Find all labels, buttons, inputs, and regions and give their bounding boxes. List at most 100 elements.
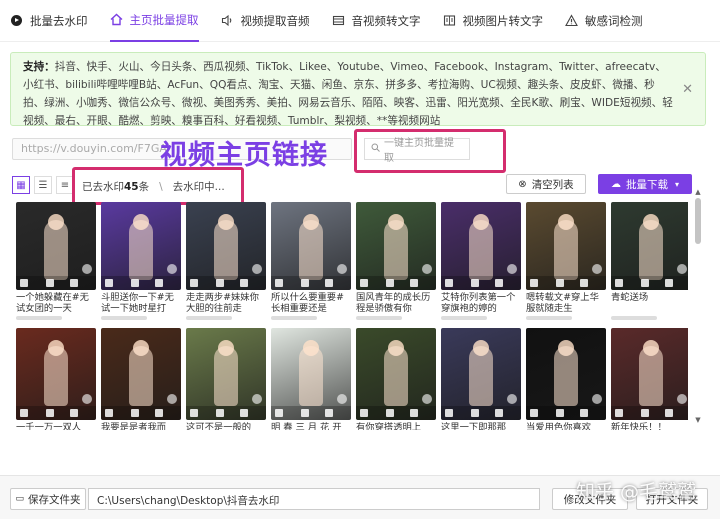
tab-av-to-text[interactable]: 音视频转文字 xyxy=(332,0,421,42)
video-thumbnail[interactable] xyxy=(441,202,521,290)
remove-icon[interactable] xyxy=(337,394,347,404)
video-card[interactable]: 国风青年的成长历程是骄傲有你 xyxy=(356,202,436,320)
video-thumbnail[interactable] xyxy=(271,202,351,290)
video-card[interactable]: 新年快乐！！ xyxy=(611,328,688,430)
video-card[interactable]: 一千一万一双人 xyxy=(16,328,96,430)
remove-icon[interactable] xyxy=(677,394,687,404)
download-icon[interactable] xyxy=(275,409,283,417)
play-icon[interactable] xyxy=(70,279,78,287)
remove-icon[interactable] xyxy=(252,264,262,274)
remove-icon[interactable] xyxy=(422,264,432,274)
video-thumbnail[interactable] xyxy=(16,328,96,420)
download-icon[interactable] xyxy=(445,409,453,417)
remove-icon[interactable] xyxy=(167,264,177,274)
download-icon[interactable] xyxy=(20,279,28,287)
video-card[interactable]: 我要是是者我而 xyxy=(101,328,181,430)
video-thumbnail[interactable] xyxy=(186,202,266,290)
copy-icon[interactable] xyxy=(556,409,564,417)
tab-batch-watermark[interactable]: 批量去水印 xyxy=(10,0,88,42)
remove-icon[interactable] xyxy=(507,264,517,274)
copy-icon[interactable] xyxy=(131,409,139,417)
play-icon[interactable] xyxy=(70,409,78,417)
download-icon[interactable] xyxy=(360,409,368,417)
download-icon[interactable] xyxy=(105,279,113,287)
copy-icon[interactable] xyxy=(301,409,309,417)
video-thumbnail[interactable] xyxy=(611,202,688,290)
remove-icon[interactable] xyxy=(167,394,177,404)
list-view-icon[interactable]: ☰ xyxy=(34,176,52,194)
play-icon[interactable] xyxy=(580,279,588,287)
video-card[interactable]: 所以什么要重要#长相重要还是 xyxy=(271,202,351,320)
grid-view-icon[interactable]: ▦ xyxy=(12,176,30,194)
batch-download-button[interactable]: ☁ 批量下载 ▾ xyxy=(598,174,692,194)
remove-icon[interactable] xyxy=(592,394,602,404)
video-thumbnail[interactable] xyxy=(611,328,688,420)
copy-icon[interactable] xyxy=(386,279,394,287)
play-icon[interactable] xyxy=(665,279,673,287)
tab-homepage-extract[interactable]: 主页批量提取 xyxy=(109,0,199,42)
play-icon[interactable] xyxy=(325,279,333,287)
download-icon[interactable] xyxy=(190,409,198,417)
video-card[interactable]: 这可不是一般的 xyxy=(186,328,266,430)
tab-sensitive-words[interactable]: 敏感词检测 xyxy=(565,0,643,42)
download-icon[interactable] xyxy=(615,279,623,287)
play-icon[interactable] xyxy=(495,279,503,287)
download-icon[interactable] xyxy=(20,409,28,417)
download-icon[interactable] xyxy=(275,279,283,287)
copy-icon[interactable] xyxy=(386,409,394,417)
remove-icon[interactable] xyxy=(82,264,92,274)
scrollbar-thumb[interactable] xyxy=(695,198,701,244)
copy-icon[interactable] xyxy=(46,279,54,287)
remove-icon[interactable] xyxy=(422,394,432,404)
copy-icon[interactable] xyxy=(641,409,649,417)
video-thumbnail[interactable] xyxy=(186,328,266,420)
download-icon[interactable] xyxy=(615,409,623,417)
video-card[interactable]: 嗯转载文#穿上华服就随走生 xyxy=(526,202,606,320)
remove-icon[interactable] xyxy=(592,264,602,274)
video-thumbnail[interactable] xyxy=(16,202,96,290)
play-icon[interactable] xyxy=(495,409,503,417)
copy-icon[interactable] xyxy=(641,279,649,287)
play-icon[interactable] xyxy=(580,409,588,417)
copy-icon[interactable] xyxy=(46,409,54,417)
video-card[interactable]: 当爱用色你喜欢 xyxy=(526,328,606,430)
save-path-field[interactable]: C:\Users\chang\Desktop\抖音去水印 xyxy=(88,488,540,510)
download-icon[interactable] xyxy=(530,409,538,417)
play-icon[interactable] xyxy=(410,409,418,417)
copy-icon[interactable] xyxy=(131,279,139,287)
download-icon[interactable] xyxy=(530,279,538,287)
copy-icon[interactable] xyxy=(556,279,564,287)
play-icon[interactable] xyxy=(155,279,163,287)
video-thumbnail[interactable] xyxy=(526,328,606,420)
play-icon[interactable] xyxy=(325,409,333,417)
save-folder-button[interactable]: ▭ 保存文件夹 xyxy=(10,488,86,510)
play-icon[interactable] xyxy=(240,279,248,287)
download-icon[interactable] xyxy=(105,409,113,417)
close-icon[interactable]: ✕ xyxy=(682,81,693,99)
download-icon[interactable] xyxy=(360,279,368,287)
download-icon[interactable] xyxy=(190,279,198,287)
play-icon[interactable] xyxy=(155,409,163,417)
clear-list-button[interactable]: ⊗ 清空列表 xyxy=(506,174,586,194)
remove-icon[interactable] xyxy=(82,394,92,404)
video-thumbnail[interactable] xyxy=(101,328,181,420)
remove-icon[interactable] xyxy=(677,264,687,274)
scroll-up-icon[interactable]: ▲ xyxy=(694,188,702,196)
video-card[interactable]: 明 春 三 月 花 开 xyxy=(271,328,351,430)
tab-image-to-text[interactable]: 视频图片转文字 xyxy=(443,0,543,42)
play-icon[interactable] xyxy=(240,409,248,417)
video-card[interactable]: 走走两步#妹妹你大胆的往前走 xyxy=(186,202,266,320)
copy-icon[interactable] xyxy=(471,409,479,417)
remove-icon[interactable] xyxy=(337,264,347,274)
video-card[interactable]: 一个她躲藏在#无试女团的一天 xyxy=(16,202,96,320)
scroll-down-icon[interactable]: ▼ xyxy=(694,416,702,424)
tab-extract-audio[interactable]: 视频提取音频 xyxy=(221,0,310,42)
remove-icon[interactable] xyxy=(252,394,262,404)
video-card[interactable]: 斗胆送你一下#无试一下她时星打 xyxy=(101,202,181,320)
copy-icon[interactable] xyxy=(216,409,224,417)
remove-icon[interactable] xyxy=(507,394,517,404)
copy-icon[interactable] xyxy=(301,279,309,287)
video-thumbnail[interactable] xyxy=(101,202,181,290)
video-thumbnail[interactable] xyxy=(356,202,436,290)
copy-icon[interactable] xyxy=(216,279,224,287)
